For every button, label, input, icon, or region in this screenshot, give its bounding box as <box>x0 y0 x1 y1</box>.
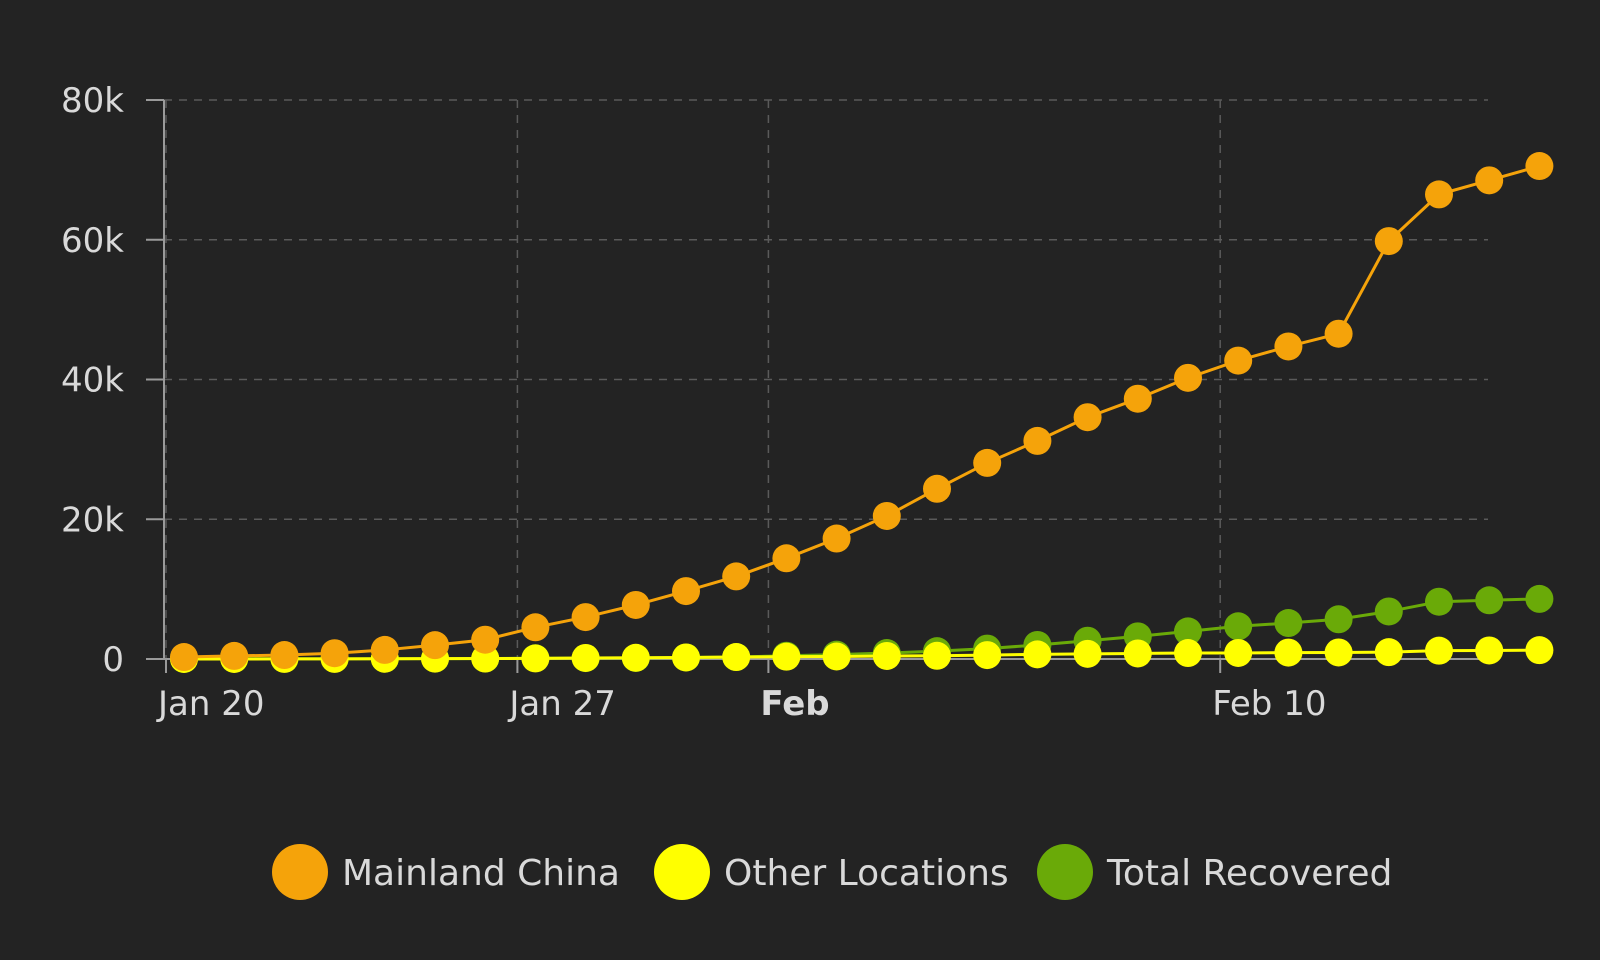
data-point[interactable] <box>571 603 600 632</box>
data-point[interactable] <box>973 641 1002 670</box>
data-point[interactable] <box>822 524 851 553</box>
data-point[interactable] <box>1425 587 1453 616</box>
data-point[interactable] <box>1324 638 1353 667</box>
data-point[interactable] <box>320 639 349 668</box>
data-point[interactable] <box>1374 597 1403 626</box>
data-point[interactable] <box>1274 609 1303 638</box>
data-point[interactable] <box>1525 152 1554 181</box>
y-tick-label: 40k <box>61 361 124 401</box>
legend-swatch <box>654 844 710 900</box>
series-layer <box>170 152 1554 673</box>
data-point[interactable] <box>571 643 600 672</box>
axis-layer: 0 20k 40k 60k 80k Jan 20 Jan 27 Feb Feb 10 <box>61 81 1488 724</box>
legend-label: Total Recovered <box>1106 853 1392 894</box>
legend-label: Other Locations <box>724 853 1009 894</box>
data-point[interactable] <box>772 642 801 671</box>
data-point[interactable] <box>872 641 901 670</box>
legend[interactable]: Mainland China Other Locations Total Recov… <box>272 844 1392 900</box>
line-chart: 0 20k 40k 60k 80k Jan 20 Jan 27 Feb Feb 10 Mainl… <box>61 81 1554 900</box>
data-point[interactable] <box>772 544 801 573</box>
data-point[interactable] <box>471 625 500 654</box>
data-point[interactable] <box>973 448 1002 477</box>
data-point[interactable] <box>1374 227 1403 256</box>
data-point[interactable] <box>1174 363 1202 392</box>
x-tick-label: Jan 20 <box>156 684 264 724</box>
data-point[interactable] <box>722 562 751 591</box>
data-point[interactable] <box>923 474 951 503</box>
legend-item-mainland-china[interactable]: Mainland China <box>272 844 620 900</box>
y-tick-label: 0 <box>102 640 124 680</box>
x-tick-label: Feb 10 <box>1212 684 1326 724</box>
data-point[interactable] <box>1224 612 1253 641</box>
grid-layer <box>164 99 1488 659</box>
legend-item-other-locations[interactable]: Other Locations <box>654 844 1009 900</box>
data-point[interactable] <box>1073 403 1102 432</box>
data-point[interactable] <box>1525 636 1554 665</box>
data-point[interactable] <box>1525 584 1554 613</box>
data-point[interactable] <box>1425 180 1453 209</box>
y-tick-label: 80k <box>61 81 124 121</box>
legend-item-total-recovered[interactable]: Total Recovered <box>1037 844 1392 900</box>
data-point[interactable] <box>1475 166 1504 195</box>
data-point[interactable] <box>1224 346 1253 375</box>
data-point[interactable] <box>521 613 550 642</box>
data-point[interactable] <box>170 643 198 672</box>
data-point[interactable] <box>621 590 650 619</box>
data-point[interactable] <box>672 643 700 672</box>
data-point[interactable] <box>1324 605 1353 634</box>
data-point[interactable] <box>1475 636 1504 665</box>
data-point[interactable] <box>1374 638 1403 667</box>
data-point[interactable] <box>1073 639 1102 668</box>
data-point[interactable] <box>1475 586 1504 615</box>
data-point[interactable] <box>370 635 399 664</box>
data-point[interactable] <box>1023 426 1052 455</box>
data-point[interactable] <box>822 642 851 671</box>
data-point[interactable] <box>621 643 650 672</box>
data-point[interactable] <box>672 577 700 606</box>
series-mainland-china <box>170 152 1554 672</box>
data-point[interactable] <box>1123 384 1152 413</box>
data-point[interactable] <box>1324 319 1353 348</box>
data-point[interactable] <box>1425 636 1453 665</box>
legend-label: Mainland China <box>342 853 620 894</box>
data-point[interactable] <box>220 641 249 670</box>
x-tick-label: Feb <box>760 684 829 724</box>
data-point[interactable] <box>1174 639 1202 668</box>
data-point[interactable] <box>872 501 901 530</box>
data-point[interactable] <box>1274 332 1303 361</box>
data-point[interactable] <box>1123 639 1152 668</box>
x-tick-label: Jan 27 <box>507 684 615 724</box>
legend-swatch <box>1037 844 1093 900</box>
y-tick-label: 60k <box>61 221 124 261</box>
legend-swatch <box>272 844 328 900</box>
data-point[interactable] <box>421 631 449 660</box>
chart-panel: 0 20k 40k 60k 80k Jan 20 Jan 27 Feb Feb 10 Mainl… <box>0 0 1600 960</box>
data-point[interactable] <box>1023 640 1052 669</box>
data-point[interactable] <box>722 643 751 672</box>
data-point[interactable] <box>923 641 951 670</box>
data-point[interactable] <box>270 641 299 670</box>
data-point[interactable] <box>1224 638 1253 667</box>
data-point[interactable] <box>1274 638 1303 667</box>
data-point[interactable] <box>521 644 550 673</box>
y-tick-label: 20k <box>61 500 124 540</box>
